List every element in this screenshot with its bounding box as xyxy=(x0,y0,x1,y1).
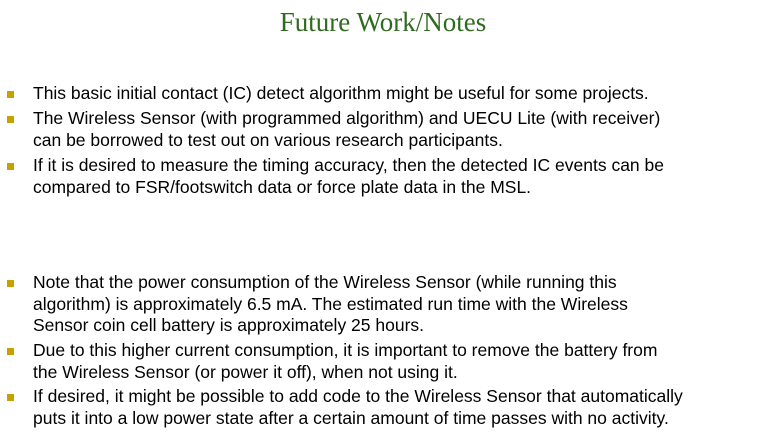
bullet-text: Due to this higher current consumption, … xyxy=(33,340,763,383)
bullet-text: If desired, it might be possible to add … xyxy=(33,386,763,429)
bullet-line: can be borrowed to test out on various r… xyxy=(33,129,503,150)
square-bullet-icon xyxy=(7,116,14,123)
bullet-line: puts it into a low power state after a c… xyxy=(33,407,669,428)
bullet-line: compared to FSR/footswitch data or force… xyxy=(33,176,532,197)
bullet-line: This basic initial contact (IC) detect a… xyxy=(33,83,649,103)
bullet-text: Note that the power consumption of the W… xyxy=(33,272,763,337)
bullet-text: The Wireless Sensor (with programmed alg… xyxy=(33,108,763,151)
bullet-text: This basic initial contact (IC) detect a… xyxy=(33,83,763,105)
slide: Future Work/Notes This basic initial con… xyxy=(0,0,766,448)
square-bullet-icon xyxy=(7,394,14,401)
bullet-line: If desired, it might be possible to add … xyxy=(33,386,683,406)
square-bullet-icon xyxy=(7,163,14,170)
square-bullet-icon xyxy=(7,280,14,287)
bullet-line: Due to this higher current consumption, … xyxy=(33,340,658,360)
bullet-line: algorithm) is approximately 6.5 mA. The … xyxy=(33,293,628,314)
bullet-line: The Wireless Sensor (with programmed alg… xyxy=(33,108,661,128)
bullet-text: If it is desired to measure the timing a… xyxy=(33,155,763,198)
bullet-line: If it is desired to measure the timing a… xyxy=(33,155,664,175)
bullet-line: Sensor coin cell battery is approximatel… xyxy=(33,315,425,335)
bullet-list: This basic initial contact (IC) detect a… xyxy=(0,0,766,448)
bullet-line: Note that the power consumption of the W… xyxy=(33,272,617,292)
square-bullet-icon xyxy=(7,91,14,98)
square-bullet-icon xyxy=(7,348,14,355)
bullet-line: the Wireless Sensor (or power it off), w… xyxy=(33,361,458,382)
